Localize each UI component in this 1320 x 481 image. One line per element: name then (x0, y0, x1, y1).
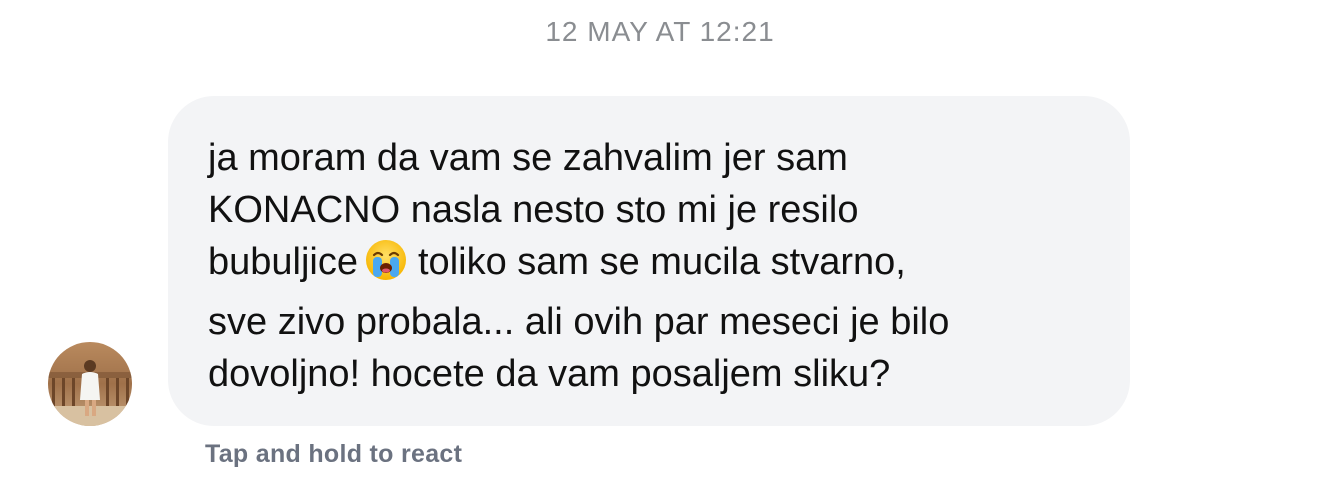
message-text: bubuljice (208, 241, 358, 283)
message-text: toliko sam se mucila stvarno, (418, 241, 906, 283)
avatar-photo (48, 342, 132, 426)
message-bubble[interactable]: ja moram da vam se zahvalim jer sam KONA… (168, 96, 1130, 426)
message-line: sve zivo probala... ali ovih par meseci … (208, 301, 950, 343)
message-line: bubuljice toliko sam se mucila stvarno, (208, 236, 1090, 296)
loudly-crying-face-icon (364, 238, 408, 296)
sender-avatar[interactable] (48, 342, 132, 426)
chat-thread: 12 MAY AT 12:21 ja moram da vam se zahva… (0, 0, 1320, 481)
message-timestamp: 12 MAY AT 12:21 (545, 16, 775, 47)
message-line: KONACNO nasla nesto sto mi je resilo (208, 189, 859, 231)
message-line: dovoljno! hocete da vam posaljem sliku? (208, 353, 891, 395)
message-line: ja moram da vam se zahvalim jer sam (208, 137, 848, 179)
react-hint: Tap and hold to react (205, 440, 463, 468)
